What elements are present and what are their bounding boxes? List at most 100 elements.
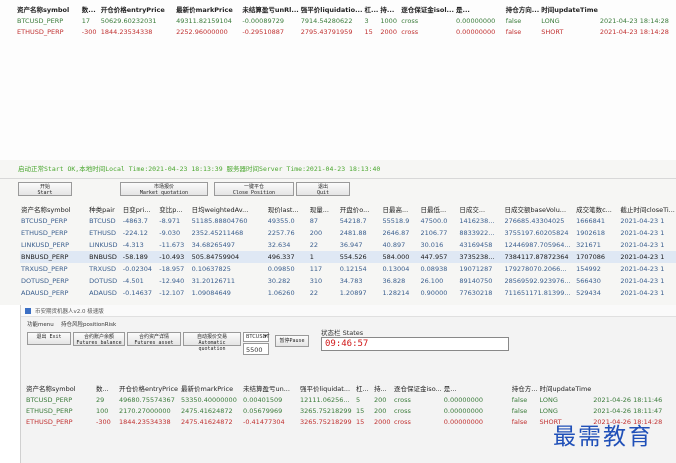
- table-cell: cross: [401, 16, 419, 25]
- pause-button[interactable]: 暂停Pause: [275, 335, 309, 347]
- table-cell: BTCUSD_PERP: [17, 16, 64, 25]
- quit-button[interactable]: 退出 Quit: [296, 182, 350, 196]
- column-header[interactable]: 持仓方...: [511, 382, 539, 394]
- table-cell: 566430: [576, 277, 601, 285]
- quantity-input[interactable]: 5500: [243, 343, 269, 355]
- exit-button[interactable]: 退出 Exit: [27, 332, 71, 345]
- close-position-button[interactable]: 一键平仓 Close Position: [214, 182, 294, 196]
- table-cell: 2481.88: [339, 229, 367, 237]
- column-header[interactable]: 未结算盈亏un...: [242, 382, 299, 394]
- column-header[interactable]: 现价last...: [267, 203, 309, 215]
- column-header[interactable]: 逐仓保证金isol...: [400, 3, 455, 15]
- column-header[interactable]: 日成交...: [458, 203, 503, 215]
- table-cell: 310: [309, 277, 323, 285]
- pause-button-label: 暂停Pause: [279, 338, 305, 344]
- table-row[interactable]: BTCUSD_PERP 29 49680.75574367 53350.4000000…: [25, 394, 674, 405]
- table-cell: ETHUSD_PERP: [26, 417, 73, 426]
- column-header[interactable]: 数...: [81, 3, 100, 15]
- futures-balance-button[interactable]: 合约账户余额 Futures balance: [73, 332, 125, 346]
- column-header[interactable]: 未结算盈亏unRl...: [241, 3, 299, 15]
- market-table: 资产名称symbol 种类pair 日变pri... 变比p... 日均weighted…: [20, 203, 676, 299]
- column-header[interactable]: 数...: [95, 382, 118, 394]
- table-cell: BNBUSD: [88, 251, 122, 263]
- table-cell: 1844.23534338: [100, 27, 153, 36]
- column-header[interactable]: 是...: [455, 3, 505, 15]
- column-header[interactable]: 截止时间closeTi...: [619, 203, 676, 215]
- table-cell: -12.940: [159, 277, 185, 285]
- column-header[interactable]: 种类pair: [88, 203, 122, 215]
- column-header[interactable]: 强平价liquidatio...: [300, 3, 364, 15]
- table-cell: LONG: [539, 406, 558, 415]
- table-cell: cross: [394, 406, 411, 415]
- table-row[interactable]: ETHUSD_PERP 100 2170.27000000 2475.41624872…: [25, 405, 674, 416]
- column-header[interactable]: 持...: [379, 3, 400, 15]
- market-table-header: 资产名称symbol 种类pair 日变pri... 变比p... 日均weighted…: [20, 203, 676, 215]
- column-header[interactable]: 是...: [443, 382, 511, 394]
- table-row[interactable]: BTCUSD_PERP 17 50629.60232031 49311.8215910…: [16, 15, 676, 26]
- column-header[interactable]: 强平价liquidat...: [299, 382, 355, 394]
- table-cell: 711651171.81399...: [504, 289, 571, 297]
- column-header[interactable]: 逐仓保证金iso...: [393, 382, 443, 394]
- table-cell: 50629.60232031: [100, 16, 157, 25]
- column-header[interactable]: 日变pri...: [122, 203, 158, 215]
- column-header[interactable]: 时间updateTime: [538, 382, 592, 394]
- table-row[interactable]: BNBUSD_PERP BNBUSD -58.189 -10.493 505.84759…: [20, 251, 676, 263]
- column-header[interactable]: 日最低...: [419, 203, 458, 215]
- table-row[interactable]: LINKUSD_PERP LINKUSD -4.313 -11.673 34.68265…: [20, 239, 676, 251]
- column-header[interactable]: 杠...: [355, 382, 373, 394]
- start-button-sublabel: Start: [37, 190, 53, 196]
- column-header[interactable]: 变比p...: [158, 203, 190, 215]
- table-cell: 36.828: [382, 277, 406, 285]
- column-header[interactable]: 资产名称symbol: [20, 203, 88, 215]
- table-cell: 31.20126711: [191, 277, 236, 285]
- column-header[interactable]: 开仓价格entryPrice: [100, 3, 175, 15]
- table-cell: 43169458: [459, 241, 493, 249]
- menu-position-risk[interactable]: 持仓风险positionRisk: [61, 320, 116, 328]
- automatic-quotation-button[interactable]: 自动报价交易 Automatic quotation: [183, 332, 241, 352]
- column-header[interactable]: 开仓价格entryPrice: [118, 382, 180, 394]
- column-header[interactable]: 时间updateTime: [540, 3, 599, 15]
- table-row[interactable]: ETHUSD_PERP -300 1844.23534338 2252.9600000…: [16, 26, 676, 37]
- column-header[interactable]: 开盘价o...: [339, 203, 382, 215]
- column-header[interactable]: 日成交额baseVolu...: [503, 203, 575, 215]
- table-row[interactable]: DOTUSD_PERP DOTUSD -4.501 -12.940 31.2012671…: [20, 275, 676, 287]
- table-cell: 1844.23534338: [119, 417, 171, 426]
- column-header[interactable]: 日最高...: [381, 203, 419, 215]
- column-header[interactable]: 杠...: [363, 3, 379, 15]
- table-row[interactable]: ETHUSD_PERP ETHUSD -224.12 -9.030 2352.45211…: [20, 227, 676, 239]
- column-header[interactable]: 持仓方向...: [505, 3, 540, 15]
- table-cell: 8833922...: [459, 229, 495, 237]
- column-header[interactable]: 最新价markPrice: [175, 3, 241, 15]
- market-quotation-button[interactable]: 市场报价 Market quotation: [120, 182, 208, 196]
- table-cell: 0.00401509: [243, 395, 283, 404]
- column-header[interactable]: 资产名称symbol: [16, 3, 81, 15]
- table-cell: 77630218: [459, 289, 493, 297]
- table-row[interactable]: BTCUSD_PERP BTCUSD -4863.7 -8.971 51185.8880…: [20, 215, 676, 227]
- table-cell: 2106.77: [420, 229, 448, 237]
- table-cell: -8.971: [159, 217, 181, 225]
- table-cell: 49355.0: [267, 217, 295, 225]
- column-header[interactable]: 成交笔数c...: [575, 203, 619, 215]
- column-header[interactable]: 最新价markPrice: [180, 382, 242, 394]
- table-cell: DOTUSD_PERP: [21, 277, 69, 285]
- table-cell: 30.282: [267, 277, 291, 285]
- table-cell: 2021-04-23 1: [620, 265, 665, 273]
- start-button[interactable]: 开始 Start: [18, 182, 72, 196]
- menu-function[interactable]: 功能menu: [27, 320, 54, 328]
- column-header[interactable]: 现量...: [309, 203, 339, 215]
- column-header[interactable]: 持...: [373, 382, 393, 394]
- table-row[interactable]: TRXUSD_PERP TRXUSD -0.02304 -18.957 0.106378…: [20, 263, 676, 275]
- table-row[interactable]: ADAUSD_PERP ADAUSD -0.14637 -12.107 1.090846…: [20, 287, 676, 299]
- table-cell: 1000: [380, 16, 397, 25]
- table-cell: false: [511, 417, 528, 426]
- automatic-quotation-button-sublabel: Automatic quotation: [198, 340, 226, 352]
- table-cell: 2021-04-23 1: [620, 289, 665, 297]
- table-cell: -300: [81, 27, 97, 36]
- column-header[interactable]: 资产名称symbol: [25, 382, 95, 394]
- column-header[interactable]: 日均weightedAv...: [191, 203, 267, 215]
- table-cell: 2021-04-23 1: [620, 277, 665, 285]
- futures-asset-button[interactable]: 合约资产详情 Futures asset: [127, 332, 181, 346]
- symbol-select[interactable]: BTCUSDT: [243, 332, 269, 342]
- table-cell: 2021-04-26 18:11:46: [593, 395, 663, 404]
- table-cell: 1707086: [575, 251, 620, 263]
